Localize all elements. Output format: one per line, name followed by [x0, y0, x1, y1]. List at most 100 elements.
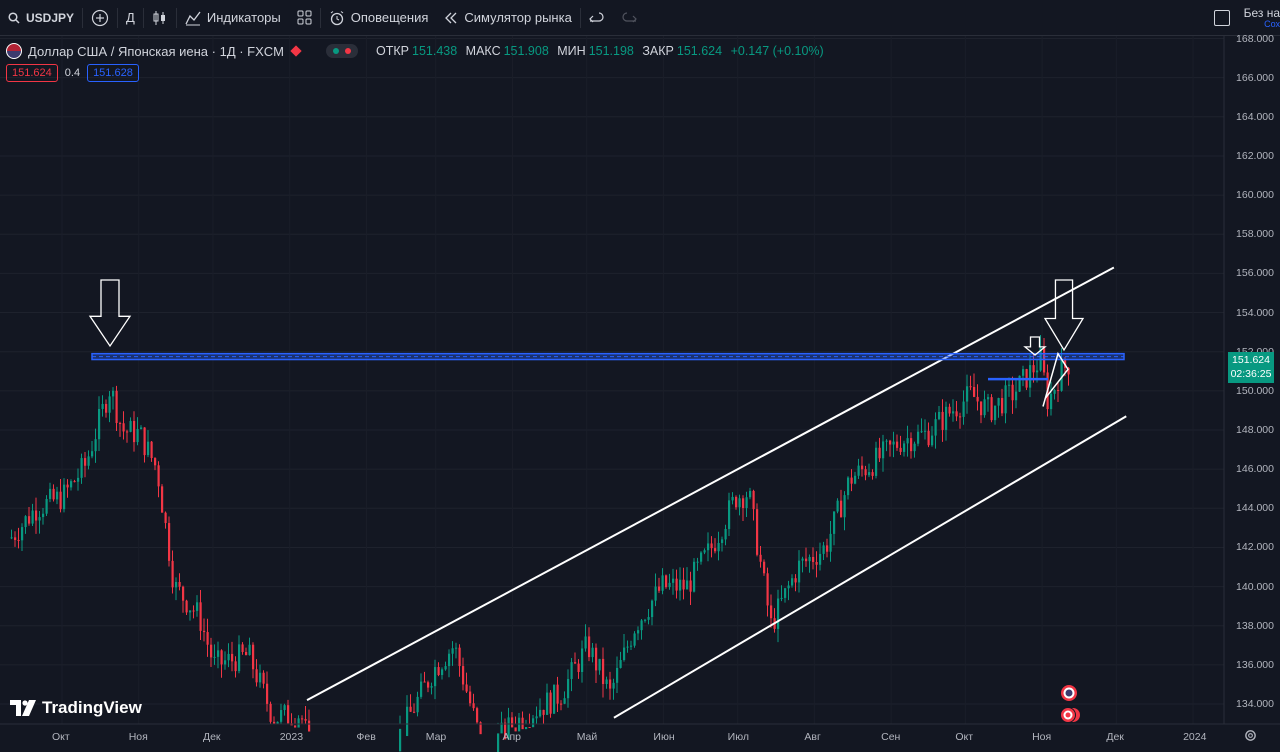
- candle-body: [528, 727, 531, 729]
- market-status-pill[interactable]: [326, 44, 359, 58]
- symbol-search[interactable]: USDJPY: [0, 0, 82, 35]
- candle-body: [633, 633, 636, 646]
- candle-body: [262, 672, 265, 684]
- price-chart[interactable]: [0, 36, 1280, 752]
- buy-price-button[interactable]: 151.628: [87, 64, 139, 82]
- legend-symbol-name[interactable]: Доллар США / Японская иена · 1Д · FXCM: [28, 44, 284, 59]
- candle-body: [469, 691, 472, 704]
- price-tick-label: 136.000: [1236, 658, 1274, 671]
- candle-body: [892, 441, 895, 445]
- candle-body: [882, 441, 885, 459]
- candle-body: [577, 663, 580, 673]
- candle-body: [301, 718, 304, 720]
- grid-icon: [297, 10, 312, 25]
- candle-body: [931, 435, 934, 446]
- candle-body: [787, 585, 790, 589]
- gear-icon[interactable]: [1244, 729, 1257, 742]
- candle-body: [934, 419, 937, 436]
- undo-button[interactable]: [581, 0, 613, 35]
- candle-body: [549, 692, 552, 714]
- candle-body: [889, 440, 892, 445]
- candle-body: [52, 488, 55, 500]
- candle-body: [581, 648, 584, 673]
- candle-body: [728, 500, 731, 529]
- candle-body: [38, 517, 41, 521]
- price-tick-label: 144.000: [1236, 502, 1274, 515]
- candle-body: [304, 719, 307, 721]
- candle-body: [952, 411, 955, 414]
- candle-body: [1022, 369, 1025, 376]
- bid-ask-panel: 151.624 0.4 151.628: [6, 64, 139, 82]
- time-tick-label: Окт: [52, 731, 70, 743]
- candle-body: [948, 406, 951, 414]
- candle-body: [854, 475, 857, 484]
- candle-body: [1001, 398, 1004, 414]
- candle-body: [703, 550, 706, 553]
- candles-icon: [153, 10, 165, 25]
- economic-events[interactable]: [1058, 684, 1082, 724]
- alerts-button[interactable]: Оповещения: [321, 0, 437, 35]
- candle-body: [497, 733, 500, 752]
- candle-body: [791, 578, 794, 586]
- rewind-icon: [445, 12, 457, 23]
- candle-body: [640, 620, 643, 631]
- candle-body: [91, 451, 94, 457]
- time-tick-label: Ноя: [1032, 731, 1052, 743]
- candle-body: [196, 602, 199, 611]
- templates-button[interactable]: [289, 0, 320, 35]
- arrow-down-shape: [1043, 279, 1085, 352]
- candle-body: [997, 398, 1000, 406]
- candle-body: [885, 440, 888, 442]
- candle-body: [413, 711, 416, 713]
- save-checkbox-icon[interactable]: [1213, 9, 1230, 26]
- candle-body: [647, 617, 650, 620]
- candle-body: [812, 556, 815, 562]
- time-tick-label: Авг: [804, 731, 821, 743]
- save-area[interactable]: Без на Сох: [1213, 0, 1280, 35]
- candle-body: [871, 472, 874, 476]
- candle-body: [801, 558, 804, 561]
- candle-body: [668, 582, 671, 588]
- candle-body: [686, 580, 689, 590]
- candle-body: [87, 456, 90, 466]
- chart-legend: Доллар США / Японская иена · 1Д · FXCM О…: [6, 42, 829, 60]
- candle-body: [119, 422, 122, 424]
- candle-body: [724, 528, 727, 540]
- candle-body: [423, 681, 426, 683]
- candle-body: [465, 684, 468, 692]
- candle-body: [955, 411, 958, 417]
- tradingview-logo[interactable]: TradingView: [10, 698, 142, 718]
- compare-button[interactable]: [83, 0, 117, 35]
- candle-body: [210, 644, 213, 658]
- interval-button[interactable]: Д: [118, 0, 143, 35]
- candle-body: [189, 610, 192, 613]
- candle-body: [598, 658, 601, 671]
- alarm-clock-icon: [330, 10, 344, 25]
- chart-type-button[interactable]: [144, 0, 176, 35]
- sell-price-button[interactable]: 151.624: [6, 64, 58, 82]
- candle-body: [416, 696, 419, 713]
- replay-button[interactable]: Симулятор рынка: [436, 0, 579, 35]
- candle-body: [700, 552, 703, 562]
- time-tick-label: Ноя: [128, 731, 148, 743]
- price-tick-label: 138.000: [1236, 619, 1274, 632]
- candle-body: [759, 554, 762, 562]
- candle-body: [707, 543, 710, 551]
- layout-save-status: Сох: [1264, 18, 1280, 29]
- candle-body: [94, 439, 97, 452]
- candle-body: [56, 491, 59, 500]
- price-tick-label: 154.000: [1236, 306, 1274, 319]
- time-tick-label: Сен: [881, 731, 901, 743]
- candle-body: [805, 558, 808, 562]
- candle-body: [612, 682, 615, 689]
- candle-body: [80, 458, 83, 478]
- indicators-button[interactable]: Индикаторы: [177, 0, 289, 35]
- candle-body: [1036, 370, 1039, 373]
- redo-button[interactable]: [613, 0, 645, 35]
- candle-body: [983, 399, 986, 416]
- time-tick-label: Дек: [202, 731, 221, 743]
- us-flag-icon: [6, 43, 22, 59]
- candle-body: [220, 650, 223, 665]
- candle-body: [234, 661, 237, 672]
- candle-body: [136, 429, 139, 443]
